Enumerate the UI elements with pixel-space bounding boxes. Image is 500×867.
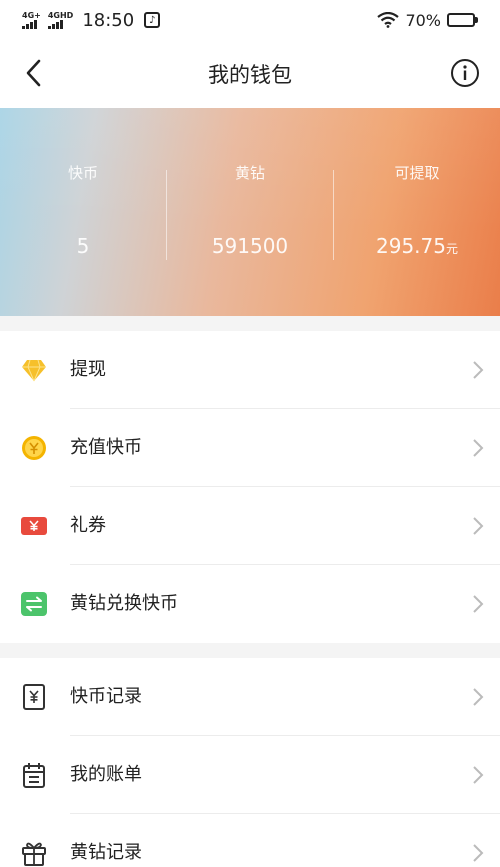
stat-value: 5 (76, 234, 90, 258)
menu-item-recharge[interactable]: 充值快币 (0, 409, 500, 487)
menu-item-coupon[interactable]: 礼券 (0, 487, 500, 565)
clock: 18:50 (82, 9, 135, 31)
gift-icon (22, 842, 46, 866)
stat-kuaibi[interactable]: 快币 5 (0, 108, 166, 316)
wallet-banner: 快币 5 黄钻 591500 可提取 295.75元 (0, 108, 500, 316)
stat-label: 快币 (67, 164, 98, 182)
yuan-doc-icon (23, 684, 45, 710)
status-right: 70% (377, 11, 478, 30)
coin-icon (22, 436, 46, 460)
battery-percent: 70% (405, 10, 441, 30)
menu-item-label: 我的账单 (70, 764, 142, 785)
menu-item-label: 充值快币 (70, 437, 142, 458)
info-button[interactable] (450, 58, 480, 88)
music-icon: ♪ (144, 12, 161, 28)
status-left: 4G+ 4GHD 18:50 ♪ (22, 9, 161, 31)
stat-label: 黄钻 (234, 164, 265, 182)
signal-icon: 4G+ (22, 11, 41, 29)
chevron-right-icon (473, 766, 484, 784)
menu-item-label: 礼券 (70, 515, 106, 536)
calendar-bill-icon (23, 763, 45, 788)
chevron-right-icon (473, 517, 484, 535)
stat-withdrawable[interactable]: 可提取 295.75元 (334, 108, 500, 316)
menu-item-kuaibi-records[interactable]: 快币记录 (0, 658, 500, 736)
battery-icon (447, 13, 478, 27)
chevron-right-icon (473, 595, 484, 613)
menu-group-records: 快币记录 我的账单 黄钻记录 (0, 658, 500, 867)
menu-item-exchange[interactable]: 黄钻兑换快币 (0, 565, 500, 643)
nav-bar: 我的钱包 (0, 40, 500, 108)
signal-icon-2: 4GHD (47, 11, 73, 29)
menu-item-label: 黄钻记录 (70, 842, 142, 863)
stat-value: 591500 (211, 234, 289, 258)
menu-item-label: 黄钻兑换快币 (70, 593, 178, 614)
diamond-icon (22, 359, 46, 382)
exchange-icon (21, 592, 47, 616)
coupon-icon (21, 517, 47, 535)
chevron-right-icon (473, 844, 484, 862)
stat-value: 295.75元 (376, 234, 458, 258)
chevron-right-icon (473, 688, 484, 706)
stat-huangzuan[interactable]: 黄钻 591500 (167, 108, 333, 316)
page-title: 我的钱包 (208, 63, 292, 87)
menu-item-huangzuan-records[interactable]: 黄钻记录 (0, 814, 500, 867)
menu-item-withdraw[interactable]: 提现 (0, 331, 500, 409)
menu-group-wallet: 提现 充值快币 礼券 黄钻兑换快币 (0, 331, 500, 643)
wifi-icon (377, 12, 400, 28)
chevron-right-icon (473, 361, 484, 379)
menu-item-my-bills[interactable]: 我的账单 (0, 736, 500, 814)
menu-item-label: 快币记录 (70, 686, 142, 707)
status-bar: 4G+ 4GHD 18:50 ♪ 70% (0, 0, 500, 40)
stat-label: 可提取 (394, 164, 440, 182)
menu-item-label: 提现 (70, 359, 106, 380)
chevron-right-icon (473, 439, 484, 457)
